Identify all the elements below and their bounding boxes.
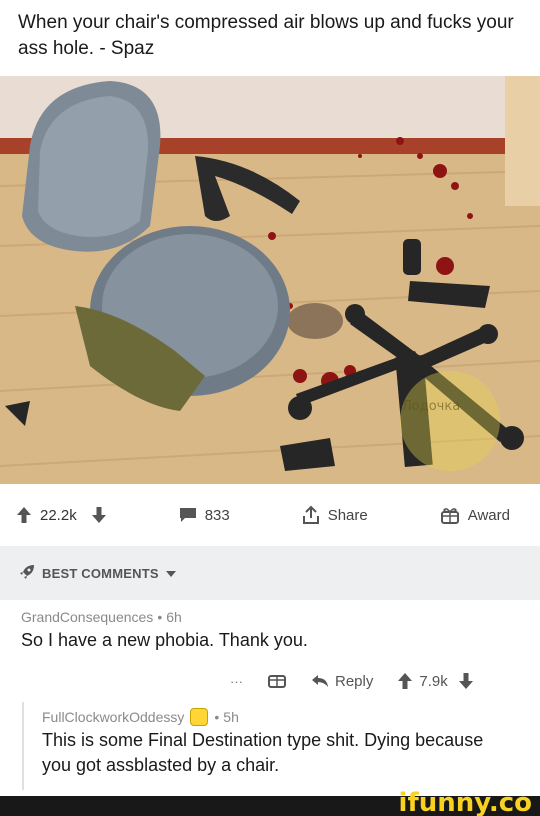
comment-score: 7.9k bbox=[419, 672, 448, 690]
comment: GrandConsequences • 6h So I have a new p… bbox=[0, 606, 540, 653]
post-action-bar: 22.2k 833 Share Award bbox=[0, 484, 540, 546]
share-label: Share bbox=[327, 506, 368, 524]
sort-comments-dropdown[interactable]: BEST COMMENTS bbox=[0, 546, 540, 600]
reply-label: Reply bbox=[335, 672, 374, 690]
award-button[interactable]: Award bbox=[440, 506, 510, 524]
reply-arrow-icon bbox=[311, 674, 329, 688]
downvote-arrow-icon[interactable] bbox=[91, 506, 107, 524]
vote-group: 22.2k bbox=[16, 506, 107, 524]
comment-body: So I have a new phobia. Thank you. bbox=[21, 630, 308, 650]
comment-author[interactable]: GrandConsequences bbox=[21, 609, 153, 625]
best-comments-label: BEST COMMENTS bbox=[42, 565, 159, 581]
comment-bubble-icon bbox=[179, 507, 197, 523]
award-label: Award bbox=[467, 506, 510, 524]
more-options-button[interactable]: ··· bbox=[230, 674, 243, 689]
award-gift-icon[interactable] bbox=[267, 670, 287, 692]
downvote-arrow-icon[interactable] bbox=[458, 672, 474, 690]
comment-count: 833 bbox=[204, 506, 230, 524]
comment-action-bar: ··· Reply 7.9k bbox=[230, 664, 530, 698]
comment-age: 5h bbox=[223, 709, 239, 725]
share-button[interactable]: Share bbox=[302, 505, 368, 525]
rocket-icon bbox=[18, 563, 36, 584]
comment-meta: GrandConsequences • 6h bbox=[21, 606, 540, 628]
award-gift-icon bbox=[440, 506, 460, 524]
user-flair-icon bbox=[190, 708, 209, 726]
post-title: When your chair's compressed air blows u… bbox=[18, 12, 514, 59]
watermark-text: Лодочка bbox=[402, 399, 460, 414]
upvote-count: 22.2k bbox=[40, 506, 77, 524]
comments-button[interactable]: 833 bbox=[179, 507, 230, 524]
meta-separator: • bbox=[157, 609, 163, 625]
comment-vote-group: 7.9k bbox=[397, 672, 473, 690]
chevron-down-icon bbox=[165, 566, 177, 581]
reply-button[interactable]: Reply bbox=[311, 673, 373, 690]
upvote-arrow-icon[interactable] bbox=[397, 672, 413, 690]
comment-author[interactable]: FullClockworkOddessy bbox=[42, 709, 184, 725]
comment-body: This is some Final Destination type shit… bbox=[42, 730, 484, 775]
comment-age: 6h bbox=[166, 609, 182, 625]
share-icon bbox=[302, 505, 320, 525]
comment-reply: FullClockworkOddessy • 5h This is some F… bbox=[0, 702, 540, 790]
ifunny-logo: ifunny.co bbox=[398, 788, 532, 816]
comment-meta: FullClockworkOddessy • 5h bbox=[42, 706, 540, 728]
post-image[interactable]: Лодочка bbox=[0, 76, 540, 484]
meta-separator: • bbox=[214, 709, 220, 725]
upvote-arrow-icon[interactable] bbox=[16, 506, 32, 524]
chair-photo: Лодочка bbox=[0, 76, 540, 484]
